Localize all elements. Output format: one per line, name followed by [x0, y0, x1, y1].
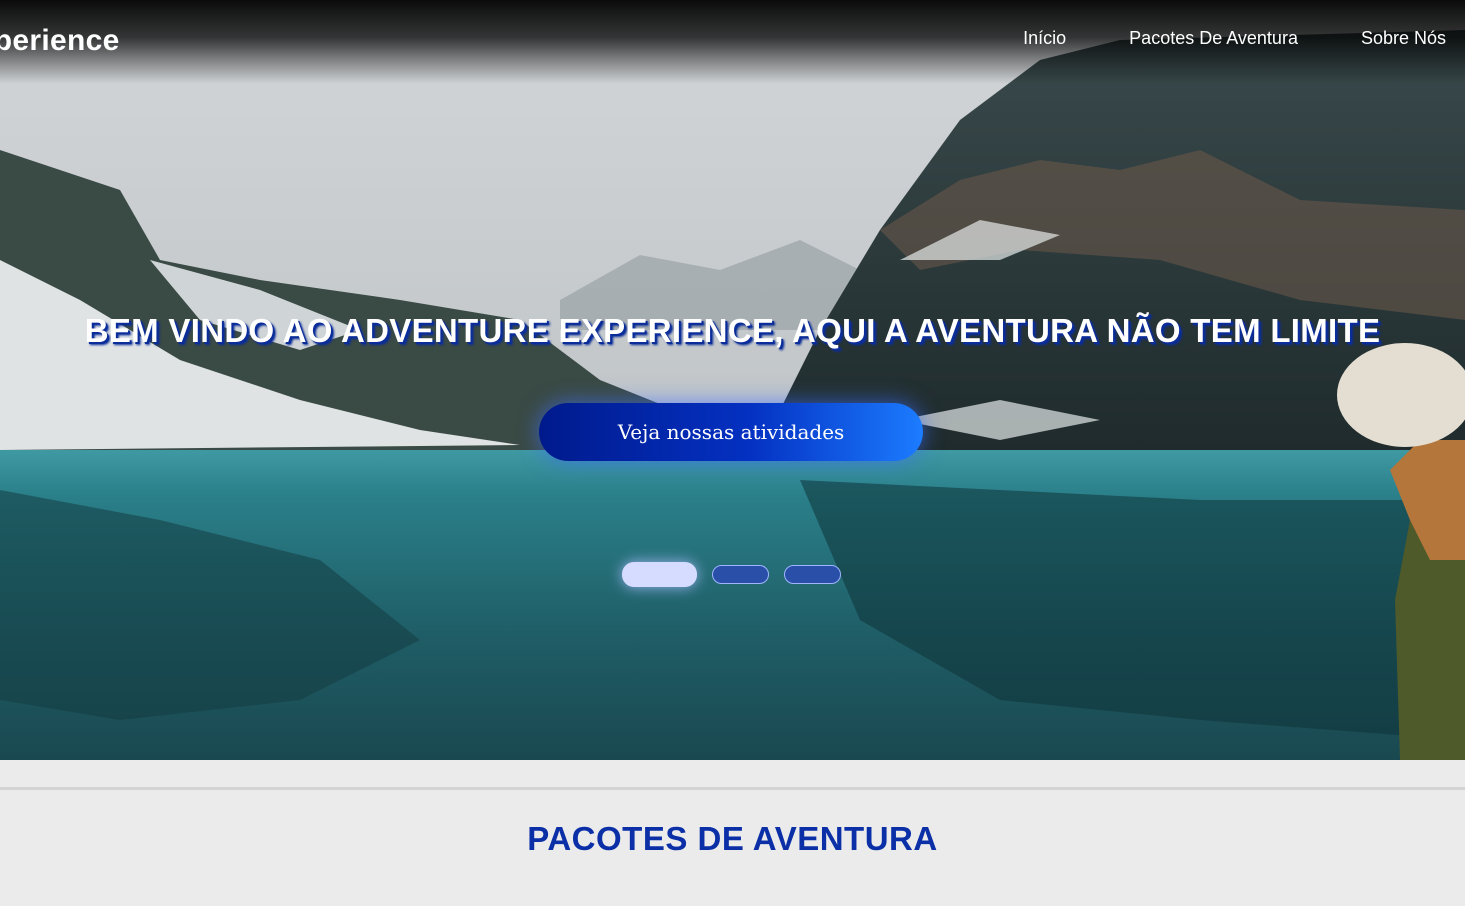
section-title: PACOTES DE AVENTURA: [527, 820, 938, 857]
nav-link-sobre[interactable]: Sobre Nós: [1361, 28, 1446, 49]
section-divider: [0, 787, 1465, 790]
main-nav: Início Pacotes De Aventura Sobre Nós: [1023, 28, 1446, 49]
logo-part-white: Experience: [0, 24, 120, 57]
carousel-indicators: [622, 562, 841, 587]
nav-link-inicio[interactable]: Início: [1023, 28, 1066, 49]
nav-link-pacotes[interactable]: Pacotes De Aventura: [1129, 28, 1298, 49]
hero-headline: BEM VINDO AO ADVENTURE EXPERIENCE, AQUI …: [84, 312, 1381, 349]
carousel-dot-3[interactable]: [784, 565, 841, 584]
mountain-lake-image: [0, 0, 1465, 760]
carousel-dot-1[interactable]: [622, 562, 697, 587]
hero-banner: ture Experience Início Pacotes De Aventu…: [0, 0, 1465, 760]
packages-section: PACOTES DE AVENTURA: [0, 760, 1465, 906]
top-navbar: ture Experience Início Pacotes De Aventu…: [0, 0, 1465, 84]
carousel-dot-2[interactable]: [712, 565, 769, 584]
site-logo[interactable]: ture Experience: [0, 24, 120, 58]
activities-cta-button[interactable]: Veja nossas atividades: [539, 403, 923, 461]
